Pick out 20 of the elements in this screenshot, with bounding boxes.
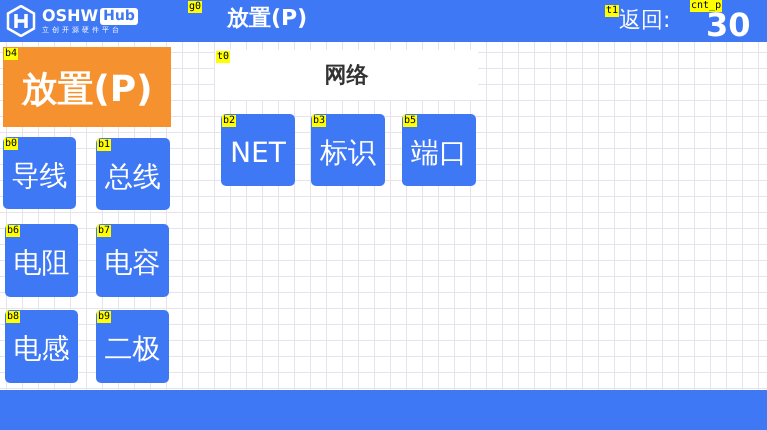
component-tag: b7 (97, 225, 112, 237)
component-tag: b1 (97, 139, 112, 151)
component-tag: b0 (4, 138, 18, 150)
logo-word: OSHW (42, 7, 98, 25)
component-tag: b3 (312, 115, 326, 127)
component-tag: b8 (6, 311, 20, 323)
back-label: 返回: (619, 7, 670, 35)
component-tag: b4 (4, 48, 18, 60)
component-tag: t0 (216, 51, 230, 63)
hexagon-logo-icon (6, 5, 36, 37)
component-tag: b2 (222, 115, 236, 127)
page-title: 放置(P) (227, 5, 308, 33)
component-tag: b6 (6, 225, 20, 237)
component-tag: g0 (188, 1, 202, 13)
logo-badge: Hub (100, 8, 138, 24)
component-tag: cnt_p (690, 0, 722, 12)
component-tag: b5 (403, 115, 418, 127)
component-tag: b9 (97, 311, 112, 323)
count-number: 30 (706, 12, 751, 38)
component-tag: t1 (605, 5, 620, 17)
